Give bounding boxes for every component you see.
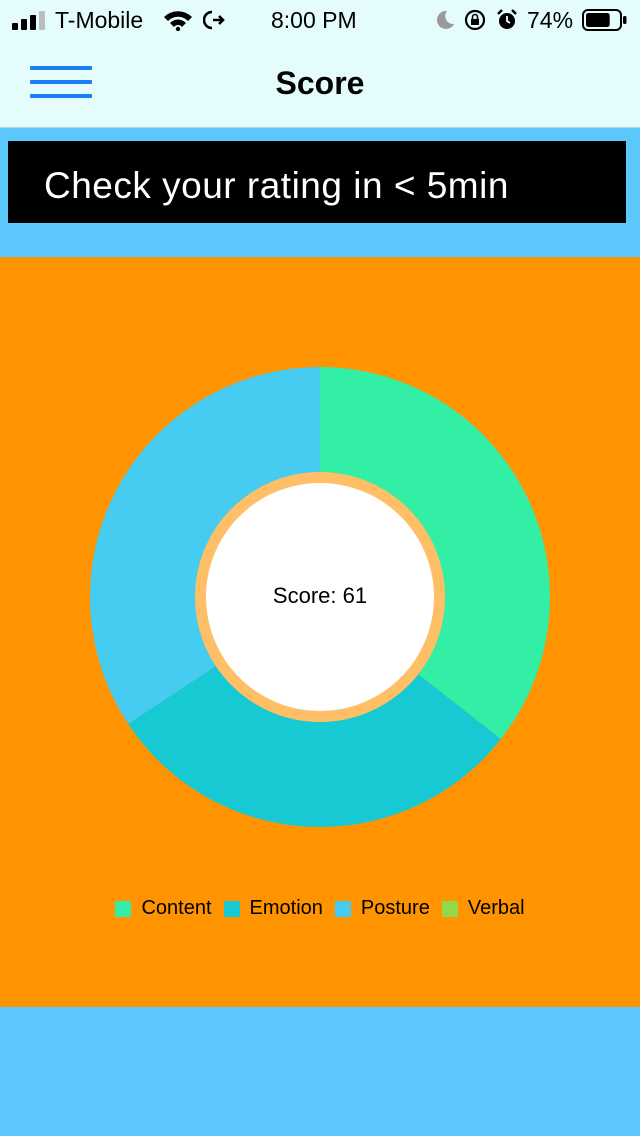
carrier-name: T-Mobile xyxy=(55,7,144,33)
legend-label: Verbal xyxy=(467,897,525,919)
alarm-icon xyxy=(497,9,517,29)
page-title: Score xyxy=(275,65,365,101)
battery-percent: 74% xyxy=(527,7,574,33)
score-center-label: Score: 61 xyxy=(272,583,368,608)
wifi-icon xyxy=(164,11,192,31)
banner-text: Check your rating in < 5min xyxy=(44,165,509,206)
legend-swatch xyxy=(115,900,132,917)
moon-icon xyxy=(436,10,454,29)
rotation-lock-icon xyxy=(464,9,486,31)
legend-swatch xyxy=(334,900,351,917)
legend-label: Content xyxy=(141,897,212,919)
chart-legend: Content Emotion Posture Verbal xyxy=(0,897,640,920)
promo-banner: Check your rating in < 5min xyxy=(8,141,626,223)
clock-time: 8:00 PM xyxy=(271,7,357,33)
legend-label: Emotion xyxy=(249,897,323,919)
legend-swatch xyxy=(223,900,240,917)
legend-item-posture[interactable]: Posture xyxy=(334,897,430,920)
legend-label: Posture xyxy=(360,897,430,919)
status-bar: T-Mobile 8:00 PM 74% xyxy=(0,0,640,40)
signal-icon xyxy=(12,11,45,30)
navigation-bar: Score xyxy=(0,40,640,128)
score-donut-chart xyxy=(90,367,550,827)
battery-icon xyxy=(582,9,627,31)
call-forward-icon xyxy=(203,10,225,30)
legend-item-content[interactable]: Content xyxy=(115,897,212,920)
legend-swatch xyxy=(441,900,458,917)
legend-item-emotion[interactable]: Emotion xyxy=(223,897,323,920)
score-chart-panel: Score: 61 Content Emotion Posture Verbal xyxy=(0,257,640,1007)
legend-item-verbal[interactable]: Verbal xyxy=(441,897,525,920)
